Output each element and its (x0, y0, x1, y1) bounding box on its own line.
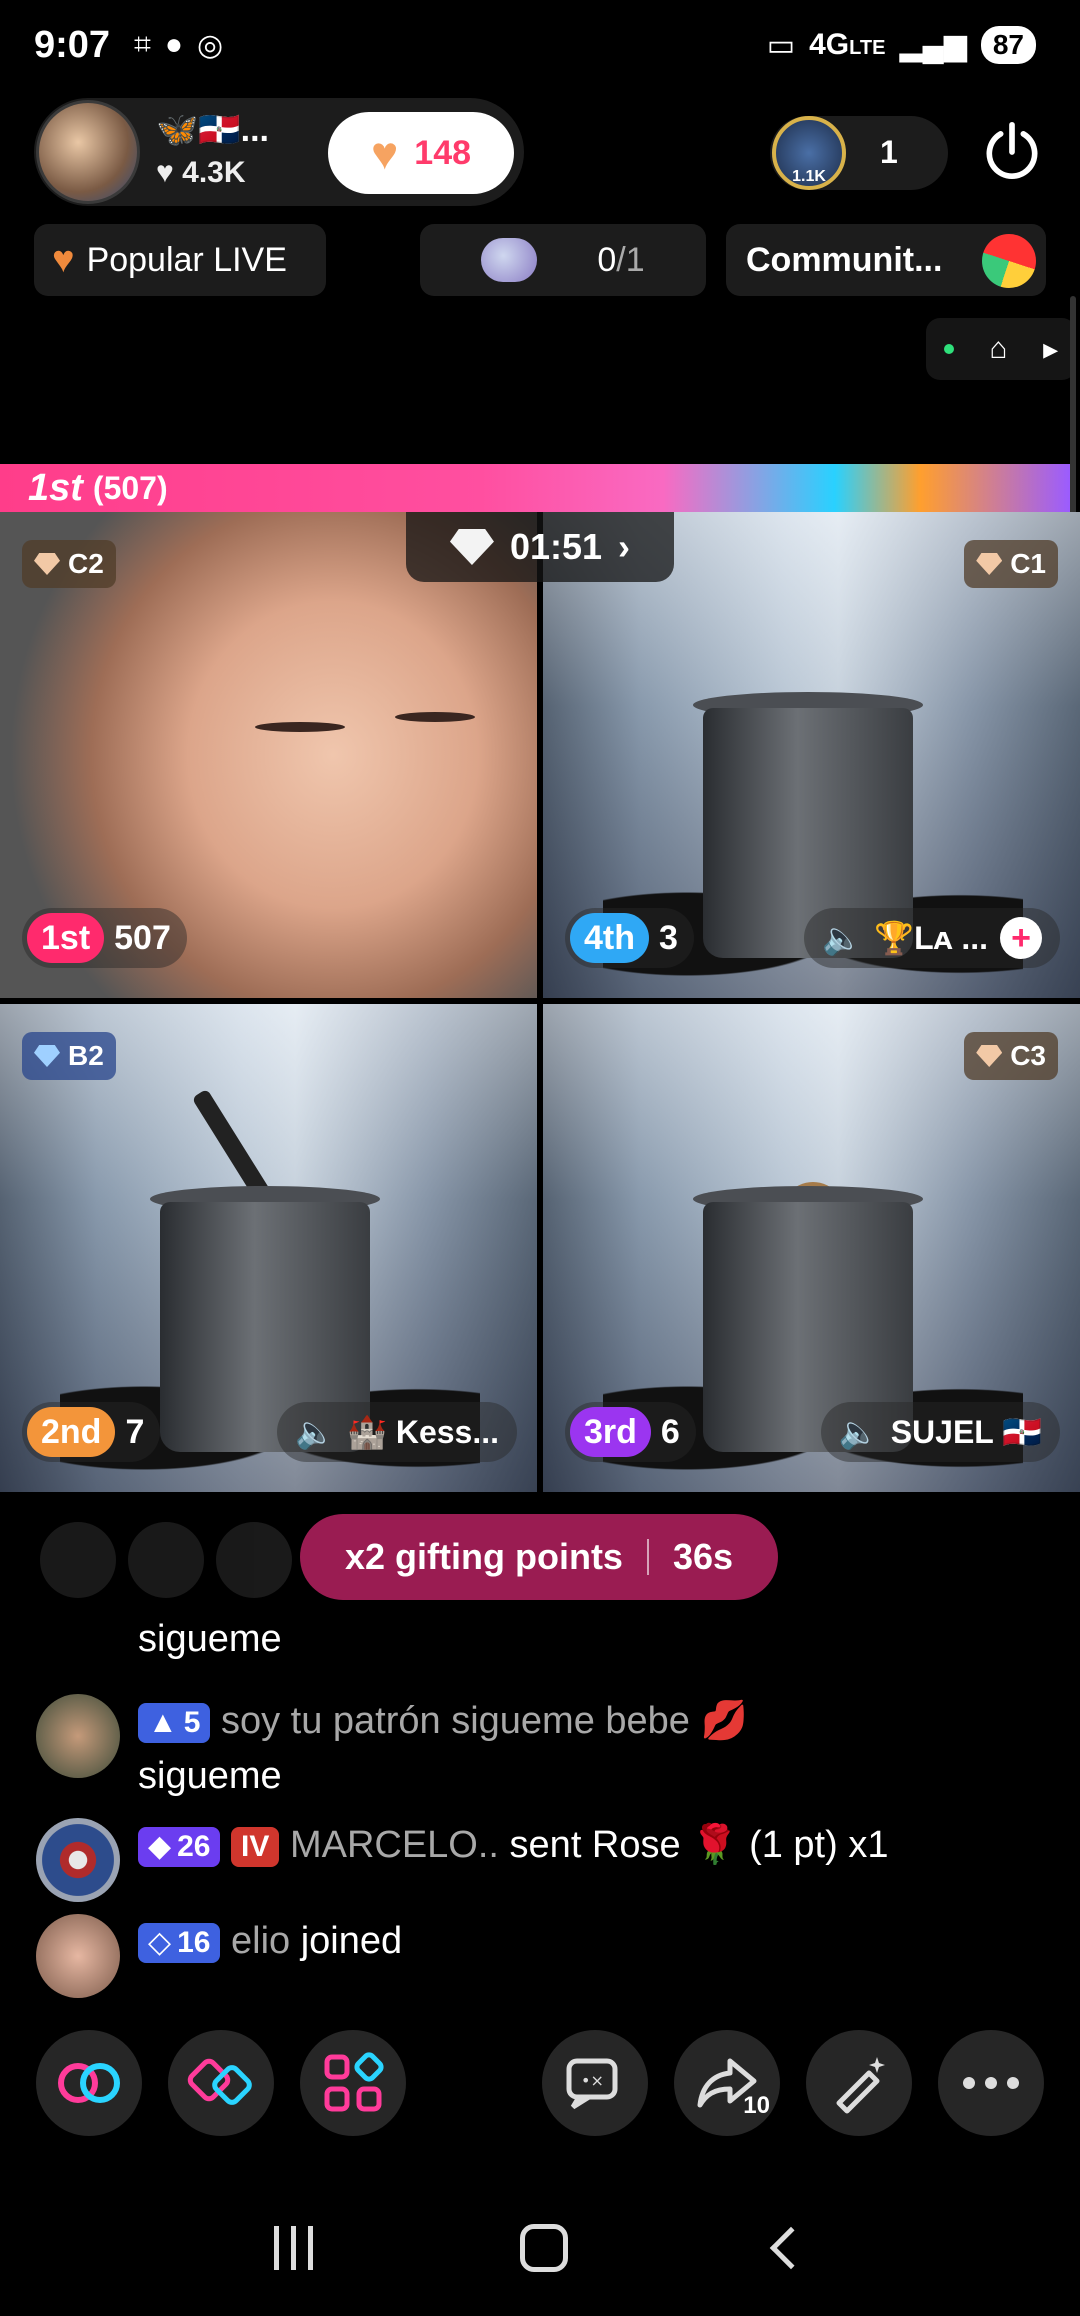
top-viewer-avatar[interactable]: 1.1K (772, 116, 846, 190)
like-count: 148 (414, 133, 472, 172)
level-badge: ◇ 16 (138, 1922, 221, 1963)
link-rings-icon (58, 2063, 120, 2103)
viewer-count: 1 (880, 134, 898, 170)
gem-tag: C2 (22, 540, 116, 588)
community-badge-icon (982, 234, 1036, 288)
battle-leader-bar: 1st (507) (0, 464, 1070, 512)
screenshot-icon: ⌗ (134, 28, 151, 61)
goal-progress: 0/1 (597, 240, 645, 279)
participant-tile-2[interactable]: C1 4th 3 🔈 🏆Lᴀ ... + (543, 512, 1080, 998)
level-badge: ▲ 5 (138, 1702, 211, 1743)
live-dot-icon (943, 344, 954, 354)
participant-tile-3[interactable]: B2 2nd 7 🔈 🏰 Kess... (0, 1004, 537, 1492)
popular-heart-icon: ♥ (52, 238, 75, 281)
fan-badge: IV (231, 1826, 280, 1867)
popular-live-chip[interactable]: ♥ Popular LIVE (34, 224, 326, 296)
participant-tile-1[interactable]: C2 1st 507 (0, 512, 537, 998)
apps-button[interactable] (300, 2030, 406, 2136)
host-name: 🦋🇩🇴... (156, 111, 270, 149)
triangle-icon: ▲ (148, 1706, 178, 1740)
chat-bubble-icon: ● (164, 28, 184, 61)
more-button[interactable] (938, 2030, 1044, 2136)
gem-tag: C3 (964, 1032, 1058, 1080)
battery-indicator: 87 (980, 26, 1036, 64)
status-bar: 9:07 ⌗ ● ◎ ▭ 4GLTE ▂▄▆ 87 (0, 0, 1080, 92)
diamond-icon: ◆ (148, 1830, 172, 1864)
participant-name-pill[interactable]: 🔈 🏆Lᴀ ... + (804, 908, 1060, 968)
battle-grid: 01:51 › C2 1st 507 C1 4th 3 🔈 🏆Lᴀ ... + … (0, 512, 1080, 1492)
cloud-gift-icon (481, 238, 538, 282)
battle-icon (187, 2058, 252, 2105)
gem-tag: B2 (22, 1032, 116, 1080)
comment-icon: •× (566, 2058, 618, 2110)
back-icon[interactable] (769, 2226, 813, 2270)
participant-name-pill[interactable]: 🔈 🏰 Kess... (277, 1402, 517, 1462)
avatar[interactable] (216, 1522, 292, 1598)
cast-icon: ▭ (766, 28, 796, 62)
system-nav-bar (0, 2180, 1080, 2316)
heart-icon: ♥ (156, 156, 174, 189)
chat-message[interactable]: ▲ 5 soy tu patrón sigueme bebe 💋 sigueme (36, 1694, 748, 1804)
like-button[interactable]: ♥ 148 (328, 112, 514, 194)
power-icon[interactable] (978, 118, 1046, 186)
speaker-icon: 🔈 (838, 1414, 879, 1450)
magic-wand-icon (836, 2057, 885, 2114)
gem-tag: C1 (964, 540, 1058, 588)
diamond-icon (976, 553, 1003, 575)
add-follow-icon[interactable]: + (1000, 917, 1042, 959)
home-icon[interactable]: ⌂ (989, 332, 1007, 366)
avatar[interactable] (36, 1818, 120, 1902)
battle-button[interactable] (168, 2030, 274, 2136)
community-chip[interactable]: Communit... (726, 224, 1046, 296)
svg-text:•×: •× (581, 2071, 604, 2090)
level-badge: ◆ 26 (138, 1826, 221, 1867)
battle-timer[interactable]: 01:51 › (406, 512, 674, 582)
chevron-right-icon: › (618, 526, 631, 567)
chat-message[interactable]: ◇ 16 elio joined (36, 1914, 402, 1998)
gifting-points-toast[interactable]: x2 gifting points 36s (300, 1514, 778, 1600)
speaker-icon: 🔈 (295, 1414, 336, 1450)
participant-tile-4[interactable]: C3 3rd 6 🔈 SUJEL 🇩🇴 (543, 1004, 1080, 1492)
avatar[interactable] (36, 1694, 120, 1778)
speaker-icon: 🔈 (822, 920, 863, 956)
host-likes: ♥ 4.3K (156, 156, 246, 189)
diamond-icon (976, 1045, 1003, 1067)
share-count: 10 (743, 2092, 770, 2119)
diamond-icon: ◇ (148, 1926, 172, 1960)
comment-button[interactable]: •× (542, 2030, 648, 2136)
participant-name-pill[interactable]: 🔈 SUJEL 🇩🇴 (820, 1402, 1060, 1462)
recent-apps-icon[interactable] (273, 2226, 313, 2270)
gift-goal-chip[interactable]: 0/1 (420, 224, 706, 296)
avatar[interactable] (40, 1522, 116, 1598)
rank-score-pill: 4th 3 (565, 908, 694, 968)
instagram-icon: ◎ (197, 29, 224, 62)
signal-icon: ▂▄▆ (899, 28, 967, 62)
multi-guest-button[interactable] (36, 2030, 142, 2136)
avatar[interactable] (36, 1914, 120, 1998)
chat-message[interactable]: ◆ 26 IV MARCELO.. sent Rose 🌹 (1 pt) x1 (36, 1818, 888, 1902)
mini-controls[interactable]: ⌂ ▸ (926, 318, 1076, 380)
avatar[interactable] (128, 1522, 204, 1598)
effects-button[interactable] (806, 2030, 912, 2136)
home-nav-icon[interactable] (520, 2224, 569, 2272)
diamond-icon (34, 553, 60, 575)
apps-grid-icon (324, 2052, 384, 2112)
rank-score-pill: 3rd 6 (565, 1402, 696, 1462)
clock: 9:07 (34, 24, 111, 66)
top-gifters[interactable] (40, 1522, 292, 1598)
diamond-icon (34, 1045, 60, 1067)
network-label: 4GLTE (809, 28, 886, 61)
more-dots-icon (963, 2077, 1019, 2089)
rank-score-pill: 1st 507 (22, 908, 187, 968)
chat-message: sigueme (138, 1618, 282, 1660)
diamond-icon (449, 529, 494, 565)
rank-score-pill: 2nd 7 (22, 1402, 161, 1462)
host-avatar[interactable] (36, 100, 140, 204)
share-button[interactable]: 10 (674, 2030, 780, 2136)
heart-icon: ♥ (370, 127, 399, 179)
play-arrow-icon[interactable]: ▸ (1043, 332, 1058, 367)
